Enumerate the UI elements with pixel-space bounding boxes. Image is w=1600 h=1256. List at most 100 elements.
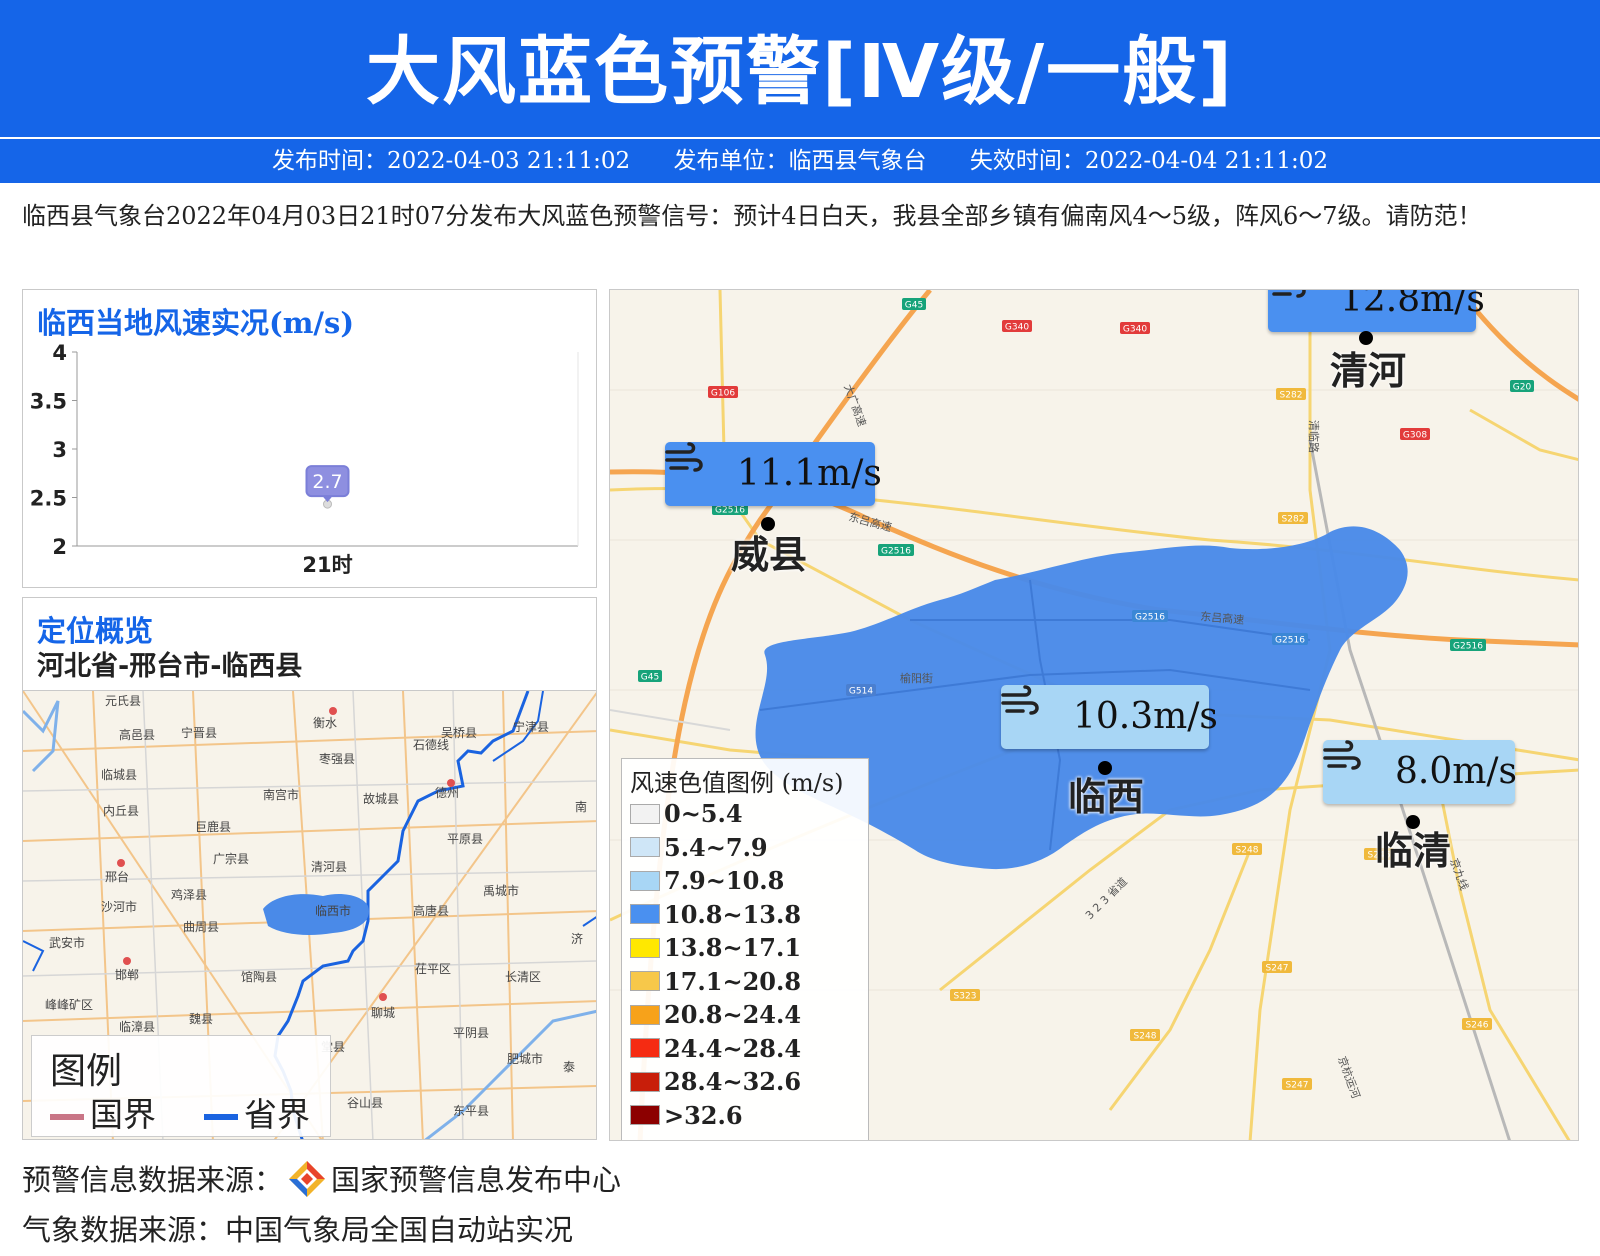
legend-item: 13.8~17.1 — [630, 933, 801, 963]
legend-swatch — [630, 837, 660, 857]
road-shield-label: G45 — [641, 673, 659, 683]
place-label: 巨鹿县 — [195, 819, 231, 834]
wind-icon — [1323, 740, 1361, 770]
overview-region: 河北省-邢台市-临西县 — [37, 651, 303, 682]
road-shield-label: S282 — [1280, 391, 1303, 401]
legend-range-label: 13.8~17.1 — [664, 933, 802, 962]
legend-item: 28.4~32.6 — [630, 1067, 801, 1097]
wind-value: 10.3m/s — [1073, 696, 1218, 737]
province-line-icon — [204, 1113, 238, 1120]
legend-item: 7.9~10.8 — [630, 866, 784, 896]
place-label: 石德线 — [413, 737, 449, 752]
road-shield-label: G106 — [711, 389, 735, 399]
place-label: 泰 — [563, 1060, 575, 1074]
road-shield-label: S248 — [1134, 1032, 1157, 1042]
wind-chart-panel: 4 3.5 3 2.5 2 21时 2.7 临西当地风速实况(m/s) — [22, 289, 597, 588]
main-warning-map[interactable]: G45 G340 G340 G106 G20 S282 G308 S282 G2516 G2516… — [609, 289, 1579, 1141]
legend-swatch — [630, 1105, 660, 1125]
place-label: 谷山县 — [347, 1096, 383, 1110]
warning-description: 临西县气象台2022年04月03日21时07分发布大风蓝色预警信号：预计4日白天… — [22, 202, 1482, 230]
legend-range-label: 10.8~13.8 — [664, 899, 802, 929]
overview-map[interactable]: 元氏县 衡水 宁津县 高邑县 宁晋县 吴桥县 枣强县 临城县 石德线 南宫市 故城县 德州 内丘县 巨鹿县… — [23, 690, 596, 1139]
road-name: 大广高速 — [841, 382, 869, 428]
road-name: 榆阳街 — [900, 671, 933, 685]
place-label: 元氏县 — [105, 694, 141, 708]
wind-chart-title: 临西当地风速实况(m/s) — [37, 306, 355, 340]
place-label: 茌平区 — [415, 962, 451, 976]
road-name: 3 2 3 省道 — [1082, 874, 1130, 922]
place-label: 峰峰矿区 — [45, 998, 93, 1012]
city-label-linxi: 临西 — [1068, 775, 1145, 819]
y-tick-label: 3 — [52, 438, 67, 462]
publish-time: 发布时间：2022-04-03 21:11:02 — [271, 148, 631, 174]
legend-swatch — [630, 937, 660, 958]
title-bar: 大风蓝色预警[Ⅳ级/一般] — [0, 0, 1600, 137]
warning-source-label: 预警信息数据来源： — [22, 1163, 284, 1197]
place-label: 肥城市 — [507, 1051, 543, 1066]
road-shield-label: G2516 — [715, 506, 745, 516]
road-shield-label: G308 — [1403, 431, 1427, 441]
place-label: 曲周县 — [183, 920, 219, 934]
road-name: 清临路 — [1307, 420, 1321, 453]
road-name: 京杭运河 — [1335, 1054, 1363, 1100]
page-title: 大风蓝色预警[Ⅳ级/一般] — [366, 29, 1234, 115]
wind-box-weixian[interactable]: 11.1m/s — [665, 442, 882, 506]
place-label: 禹城市 — [483, 883, 519, 898]
road-shield-label: G340 — [1005, 323, 1029, 333]
place-label: 高邑县 — [119, 727, 155, 742]
place-label: 平阴县 — [453, 1026, 489, 1040]
warning-source: 预警信息数据来源： 国家预警信息发布中心 — [22, 1157, 621, 1202]
legend-range-label: 5.4~7.9 — [664, 832, 768, 862]
place-label: 临城县 — [101, 768, 137, 782]
color-legend-title: 风速色值图例 (m/s) — [630, 769, 844, 797]
legend-range-label: 7.9~10.8 — [664, 866, 785, 895]
legend-item: 20.8~24.4 — [630, 1000, 801, 1030]
place-label: 馆陶县 — [241, 969, 277, 984]
legend-range-label: 24.4~28.4 — [664, 1033, 802, 1063]
expire-time: 失效时间：2022-04-04 21:11:02 — [969, 148, 1329, 174]
place-label: 武安市 — [49, 935, 85, 950]
y-tick-label: 4 — [52, 341, 67, 365]
place-label: 聊城 — [371, 1006, 395, 1020]
place-label: 邢台 — [105, 869, 129, 884]
city-label-weixian: 威县 — [731, 533, 808, 577]
place-label: 魏县 — [189, 1011, 213, 1026]
y-tick-label: 3.5 — [30, 390, 67, 414]
info-bar: 发布时间：2022-04-03 21:11:02 发布单位：临西县气象台 失效时… — [0, 139, 1600, 183]
place-label: 长清区 — [505, 970, 541, 984]
place-label: 邯郸 — [115, 967, 139, 982]
place-label: 枣强县 — [319, 752, 355, 766]
wind-box-linqing[interactable]: 8.0m/s — [1323, 740, 1517, 804]
legend-item: 24.4~28.4 — [630, 1034, 801, 1064]
road-shield-label: G2516 — [1453, 642, 1483, 652]
legend-swatch — [630, 904, 660, 924]
place-label: 宁津县 — [513, 719, 549, 734]
legend-swatch — [630, 803, 660, 824]
legend-country-border: 国界 — [50, 1088, 156, 1136]
legend-item: 17.1~20.8 — [630, 967, 801, 997]
road-shield-label: G514 — [849, 687, 873, 697]
legend-item: 0~5.4 — [630, 799, 743, 829]
wind-icon — [665, 442, 703, 472]
legend-range-label: 0~5.4 — [664, 799, 743, 828]
place-label: 清河县 — [311, 860, 347, 874]
place-label: 内丘县 — [103, 804, 139, 818]
road-shield-label: G2516 — [881, 547, 911, 557]
legend-range-label: 20.8~24.4 — [664, 1000, 802, 1029]
place-label: 鸡泽县 — [171, 887, 207, 902]
data-label: 2.7 — [312, 471, 342, 493]
warning-source-name: 国家预警信息发布中心 — [331, 1163, 622, 1197]
overview-panel: 定位概览 河北省-邢台市-临西县 元氏县 衡水 宁津县 高邑县 宁晋县 吴桥县 … — [22, 597, 597, 1140]
wind-box-qinghe[interactable]: 12.8m/s — [1268, 290, 1485, 332]
warning-center-logo-icon — [289, 1161, 326, 1197]
country-line-icon — [50, 1113, 84, 1120]
wind-box-linxi[interactable]: 10.3m/s — [1001, 685, 1218, 749]
y-tick-label: 2 — [52, 535, 67, 559]
legend-swatch — [630, 971, 660, 991]
place-label: 临西市 — [315, 903, 351, 918]
road-shield-label: G45 — [905, 301, 923, 311]
province-border-left — [23, 940, 45, 972]
legend-swatch — [630, 1038, 660, 1058]
road-shield-label: G340 — [1123, 325, 1147, 335]
wind-color-legend: 风速色值图例 (m/s) 0~5.4 5.4~7.9 7.9~10.8 10.8~13… — [621, 758, 869, 1140]
